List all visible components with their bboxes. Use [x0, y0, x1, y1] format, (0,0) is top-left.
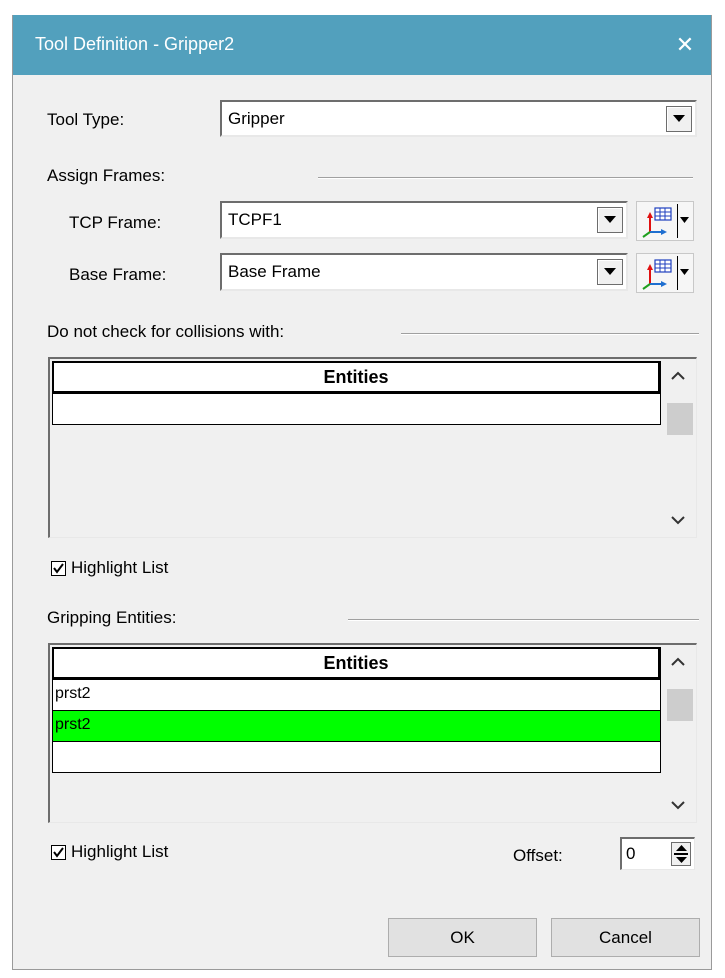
tool-type-value: Gripper — [228, 109, 285, 128]
base-frame-dropdown-button[interactable] — [597, 259, 623, 285]
tcp-frame-select[interactable]: TCPF1 — [220, 201, 628, 239]
checkmark-icon — [53, 847, 64, 858]
scroll-down-icon — [671, 801, 685, 810]
assign-frames-label: Assign Frames: — [47, 166, 166, 185]
scroll-thumb[interactable] — [667, 403, 693, 435]
tcp-frame-label: TCP Frame: — [69, 213, 162, 232]
gripping-highlight-checkbox[interactable] — [51, 845, 66, 860]
base-frame-label: Base Frame: — [69, 265, 167, 284]
frame-picker-dropdown[interactable] — [677, 256, 692, 290]
tcp-frame-value: TCPF1 — [228, 210, 282, 229]
tool-type-dropdown-button[interactable] — [666, 106, 692, 132]
collisions-highlight-label[interactable]: Highlight List — [71, 558, 168, 578]
tool-type-label: Tool Type: — [47, 110, 125, 129]
collisions-entities-grid[interactable]: Entities — [48, 357, 697, 538]
table-row[interactable] — [52, 742, 661, 773]
chevron-down-icon — [604, 268, 616, 275]
scroll-up-icon — [671, 657, 685, 666]
collisions-scrollbar[interactable] — [662, 359, 696, 537]
table-row[interactable] — [52, 394, 661, 425]
gripping-entities-label: Gripping Entities: — [47, 608, 177, 627]
offset-label: Offset: — [513, 846, 563, 865]
gripping-entities-grid[interactable]: Entities prst2 prst2 — [48, 643, 697, 823]
gripping-scrollbar[interactable] — [662, 645, 696, 822]
frame-picker-icon — [642, 207, 672, 238]
tool-definition-dialog: Tool Definition - Gripper2 ✕ Tool Type: … — [12, 15, 712, 970]
close-icon[interactable]: ✕ — [665, 29, 705, 61]
gripping-column-header[interactable]: Entities — [52, 647, 661, 680]
scroll-down-icon — [671, 516, 685, 525]
chevron-down-icon — [680, 269, 689, 275]
checkmark-icon — [53, 563, 64, 574]
collisions-column-header[interactable]: Entities — [52, 361, 661, 394]
tcp-frame-picker-button[interactable] — [636, 201, 694, 241]
title-bar[interactable]: Tool Definition - Gripper2 ✕ — [13, 15, 711, 75]
base-frame-picker-button[interactable] — [636, 253, 694, 293]
frame-picker-dropdown[interactable] — [677, 204, 692, 238]
cancel-button[interactable]: Cancel — [551, 918, 700, 957]
spin-down-icon — [676, 857, 687, 863]
offset-value: 0 — [626, 844, 636, 863]
gripping-highlight-label[interactable]: Highlight List — [71, 842, 168, 862]
gripping-divider — [348, 619, 699, 621]
spin-up-icon — [676, 845, 687, 851]
chevron-down-icon — [673, 115, 685, 122]
chevron-down-icon — [680, 217, 689, 223]
scroll-up-icon — [671, 371, 685, 380]
collisions-highlight-checkbox[interactable] — [51, 561, 66, 576]
collisions-label: Do not check for collisions with: — [47, 322, 285, 341]
scroll-thumb[interactable] — [667, 689, 693, 721]
offset-spin-buttons[interactable] — [671, 842, 691, 866]
dialog-title: Tool Definition - Gripper2 — [35, 34, 235, 54]
tool-type-select[interactable]: Gripper — [220, 100, 697, 137]
offset-spinner[interactable]: 0 — [620, 837, 695, 870]
chevron-down-icon — [604, 216, 616, 223]
tcp-frame-dropdown-button[interactable] — [597, 207, 623, 233]
collisions-divider — [401, 333, 699, 335]
ok-button[interactable]: OK — [388, 918, 537, 957]
frame-picker-icon — [642, 259, 672, 290]
base-frame-value: Base Frame — [228, 262, 321, 281]
table-row[interactable]: prst2 — [52, 680, 661, 711]
table-row-selected[interactable]: prst2 — [52, 711, 661, 742]
base-frame-select[interactable]: Base Frame — [220, 253, 628, 291]
assign-frames-divider — [318, 177, 693, 179]
